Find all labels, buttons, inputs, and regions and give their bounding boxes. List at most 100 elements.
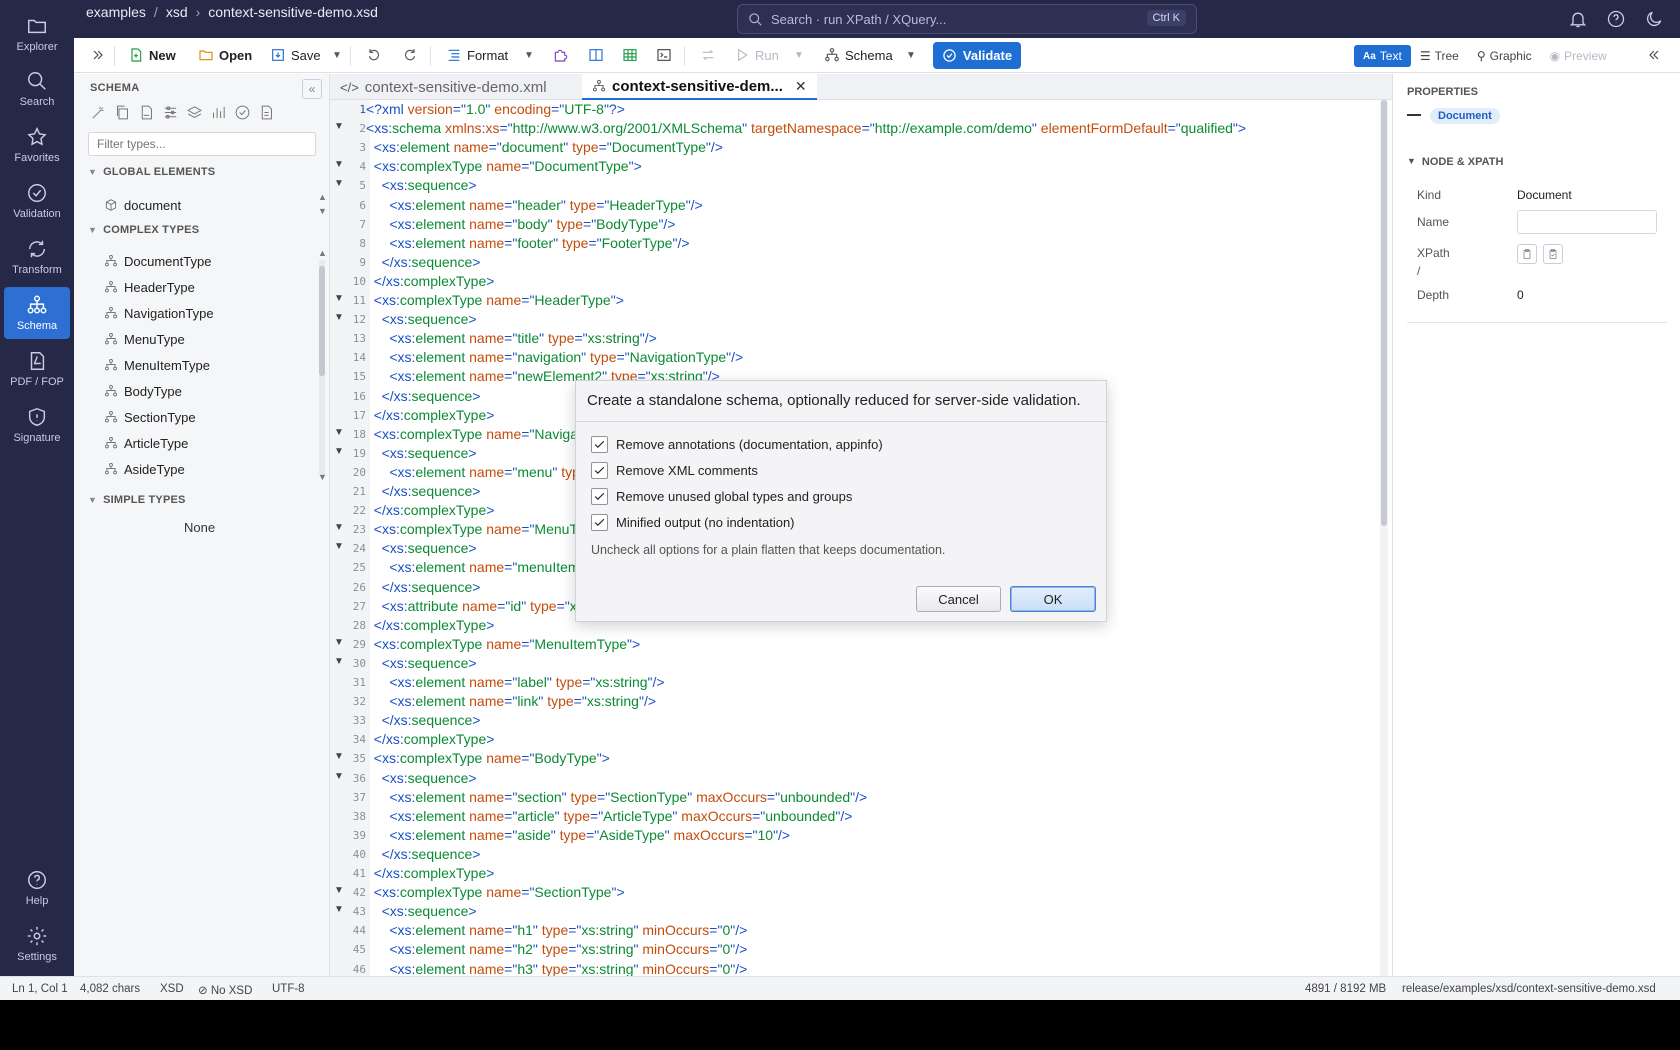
code-line[interactable]: </xs:sequence> xyxy=(366,483,481,499)
checkbox[interactable] xyxy=(591,488,608,505)
global-elements-header[interactable]: ▼ GLOBAL ELEMENTS xyxy=(88,166,215,178)
fold-toggle-icon[interactable]: ▼ xyxy=(334,178,344,189)
fold-toggle-icon[interactable]: ▼ xyxy=(334,656,344,667)
view-text[interactable]: Aa Text xyxy=(1354,45,1411,67)
collapse-right-panel-button[interactable] xyxy=(1646,43,1662,67)
layers-icon[interactable] xyxy=(186,104,203,121)
schema-options-dropdown[interactable]: ▼ xyxy=(906,43,916,67)
tree-item-type[interactable]: BodyType xyxy=(104,380,182,402)
schema-button[interactable]: Schema xyxy=(824,43,893,67)
expand-sidebar-button[interactable] xyxy=(90,43,106,67)
run-options-dropdown[interactable]: ▼ xyxy=(794,43,804,67)
code-line[interactable]: <xs:element name="document" type="Docume… xyxy=(366,139,723,155)
rail-transform[interactable]: Transform xyxy=(4,231,70,283)
plugin-button[interactable] xyxy=(552,43,568,67)
checkbox[interactable] xyxy=(591,514,608,531)
fold-toggle-icon[interactable]: ▼ xyxy=(334,522,344,533)
compare-button[interactable] xyxy=(700,43,716,67)
fold-toggle-icon[interactable]: ▼ xyxy=(334,293,344,304)
code-line[interactable]: <xs:element name="header" type="HeaderTy… xyxy=(366,197,702,213)
editor-scrollbar[interactable] xyxy=(1380,100,1388,976)
code-line[interactable]: </xs:sequence> xyxy=(366,388,481,404)
code-line[interactable]: <xs:complexType name="BodyType"> xyxy=(366,750,610,766)
scroll-down-icon[interactable]: ▼ xyxy=(318,472,327,482)
checkbox[interactable] xyxy=(591,462,608,479)
grid-view-button[interactable] xyxy=(622,43,638,67)
close-icon[interactable]: ✕ xyxy=(795,78,807,95)
code-line[interactable]: <xs:element name="h1" type="xs:string" m… xyxy=(366,922,747,938)
view-tree[interactable]: ☰ Tree xyxy=(1411,45,1468,67)
option-checkbox-row[interactable]: Remove annotations (documentation, appin… xyxy=(591,436,883,453)
tree-item-document[interactable]: document xyxy=(104,194,181,216)
simple-types-header[interactable]: ▼ SIMPLE TYPES xyxy=(88,494,186,506)
name-field[interactable] xyxy=(1517,210,1657,234)
tree-item-type[interactable]: SectionType xyxy=(104,406,196,428)
code-line[interactable]: </xs:complexType> xyxy=(366,407,495,423)
fold-toggle-icon[interactable]: ▼ xyxy=(334,312,344,323)
rail-explorer[interactable]: Explorer xyxy=(4,8,70,60)
code-line[interactable]: <xs:sequence> xyxy=(366,311,477,327)
tree-item-type[interactable]: ArticleType xyxy=(104,432,188,454)
file-type[interactable]: XSD xyxy=(160,983,184,995)
fold-toggle-icon[interactable]: ▼ xyxy=(334,121,344,132)
copy-icon[interactable] xyxy=(114,104,131,121)
code-line[interactable]: <xs:sequence> xyxy=(366,903,477,919)
fold-toggle-icon[interactable]: ▼ xyxy=(334,885,344,896)
fold-toggle-icon[interactable]: ▼ xyxy=(334,771,344,782)
code-line[interactable]: <xs:sequence> xyxy=(366,177,477,193)
tree-item-type[interactable]: MenuType xyxy=(104,328,185,350)
code-line[interactable]: <xs:complexType name="HeaderType"> xyxy=(366,292,624,308)
check-badge-icon[interactable] xyxy=(234,104,251,121)
code-line[interactable]: </xs:complexType> xyxy=(366,273,495,289)
validate-button[interactable]: Validate xyxy=(933,42,1021,69)
code-line[interactable]: <xs:element name="link" type="xs:string"… xyxy=(366,693,656,709)
fold-toggle-icon[interactable]: ▼ xyxy=(334,541,344,552)
code-line[interactable]: <xs:complexType name="DocumentType"> xyxy=(366,158,642,174)
scroll-up-icon[interactable]: ▲ xyxy=(318,248,327,258)
code-line[interactable]: <xs:element name="aside" type="AsideType… xyxy=(366,827,790,843)
option-checkbox-row[interactable]: Remove unused global types and groups xyxy=(591,488,852,505)
checkbox[interactable] xyxy=(591,436,608,453)
fold-toggle-icon[interactable]: ▼ xyxy=(334,904,344,915)
split-view-button[interactable] xyxy=(588,43,604,67)
undo-button[interactable] xyxy=(366,43,382,67)
fold-toggle-icon[interactable]: ▼ xyxy=(334,637,344,648)
rail-pdf-fop[interactable]: PDF / FOP xyxy=(4,343,70,395)
help-button[interactable] xyxy=(1606,9,1626,29)
fold-toggle-icon[interactable]: ▼ xyxy=(334,159,344,170)
fold-toggle-icon[interactable]: ▼ xyxy=(334,427,344,438)
code-line[interactable]: <xs:element name="footer" type="FooterTy… xyxy=(366,235,689,251)
encoding[interactable]: UTF-8 xyxy=(272,983,305,995)
code-line[interactable]: <xs:sequence> xyxy=(366,540,477,556)
save-button[interactable]: Save xyxy=(270,43,321,67)
code-line[interactable]: <xs:sequence> xyxy=(366,655,477,671)
view-graphic[interactable]: ⚲ Graphic xyxy=(1468,45,1541,67)
tree-item-type[interactable]: DocumentType xyxy=(104,250,211,272)
filter-types-input[interactable] xyxy=(88,132,316,156)
ok-button[interactable]: OK xyxy=(1010,586,1096,612)
option-checkbox-row[interactable]: Minified output (no indentation) xyxy=(591,514,795,531)
code-line[interactable]: </xs:sequence> xyxy=(366,846,481,862)
complex-types-header[interactable]: ▼ COMPLEX TYPES xyxy=(88,224,199,236)
rail-help[interactable]: Help xyxy=(4,862,70,914)
code-line[interactable]: <xs:sequence> xyxy=(366,770,477,786)
rail-validation[interactable]: Validation xyxy=(4,175,70,227)
rail-signature[interactable]: Signature xyxy=(4,399,70,451)
command-search[interactable]: Search · run XPath / XQuery... Ctrl K xyxy=(737,4,1197,34)
notifications-button[interactable] xyxy=(1568,9,1588,29)
evaluate-xpath-button[interactable] xyxy=(1543,244,1563,264)
code-line[interactable]: </xs:sequence> xyxy=(366,579,481,595)
breadcrumb-item[interactable]: examples xyxy=(86,4,146,20)
scrollbar-thumb[interactable] xyxy=(319,266,325,376)
breadcrumb-item[interactable]: context-sensitive-demo.xsd xyxy=(208,4,378,20)
rail-favorites[interactable]: Favorites xyxy=(4,119,70,171)
scrollbar-thumb[interactable] xyxy=(1381,100,1387,526)
code-line[interactable]: </xs:complexType> xyxy=(366,865,495,881)
code-line[interactable]: <xs:schema xmlns:xs="http://www.w3.org/2… xyxy=(366,120,1246,136)
code-line[interactable]: <xs:element name="h3" type="xs:string" m… xyxy=(366,961,747,977)
code-line[interactable]: <xs:element name="section" type="Section… xyxy=(366,789,867,805)
code-line[interactable]: </xs:sequence> xyxy=(366,254,481,270)
code-line[interactable]: <?xml version="1.0" encoding="UTF-8"?> xyxy=(366,101,625,117)
code-line[interactable]: <xs:element name="label" type="xs:string… xyxy=(366,674,664,690)
cancel-button[interactable]: Cancel xyxy=(916,586,1001,612)
